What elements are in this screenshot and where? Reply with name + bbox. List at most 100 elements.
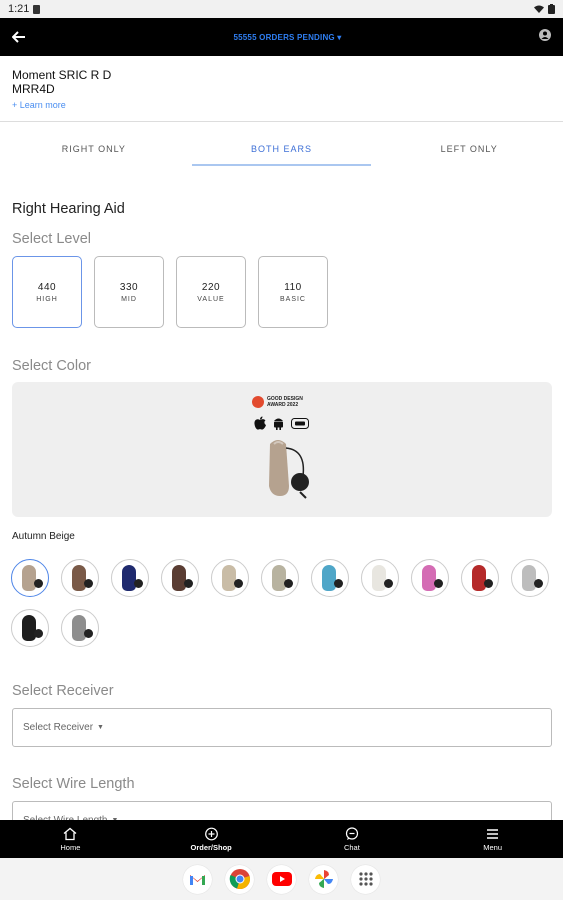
color-swatch[interactable] [261,559,299,597]
orders-pending-dropdown[interactable]: 55555 ORDERS PENDING ▾ [36,33,539,42]
level-value: 440 [37,281,57,293]
level-option-high[interactable]: 440 HIGH [12,256,82,328]
color-swatch[interactable] [111,559,149,597]
nav-label: Home [60,842,81,852]
level-label: VALUE [197,295,225,303]
receiver-dot-icon [34,579,43,588]
wifi-icon [534,5,544,13]
receiver-dropdown[interactable]: Select Receiver ▼ [12,708,552,747]
receiver-dot-icon [334,579,343,588]
select-level-title: Select Level [12,231,91,247]
level-label: MID [121,295,137,303]
ear-tabs: RIGHT ONLY BOTH EARS LEFT ONLY [0,122,563,168]
color-swatch[interactable] [61,609,99,647]
level-option-basic[interactable]: 110 BASIC [258,256,328,328]
receiver-dot-icon [134,579,143,588]
color-swatch[interactable] [211,559,249,597]
hearing-aid-body-icon [222,565,236,591]
receiver-dot-icon [84,629,93,638]
level-value: 330 [119,281,139,293]
product-header: Moment SRIC R D MRR4D + Learn more [0,56,563,122]
tab-both-ears[interactable]: BOTH EARS [188,122,376,168]
select-receiver-title: Select Receiver [12,683,114,699]
color-swatch[interactable] [461,559,499,597]
award-line-2: AWARD 2022 [267,402,299,408]
color-swatch[interactable] [311,559,349,597]
level-value: 220 [201,281,221,293]
color-swatch[interactable] [411,559,449,597]
plus-circle-icon [204,827,218,840]
top-app-bar: 55555 ORDERS PENDING ▾ [0,18,563,56]
level-value: 110 [284,281,302,293]
learn-more-link[interactable]: + Learn more [12,100,551,110]
status-time: 1:21 [8,3,30,15]
receiver-dot-icon [34,629,43,638]
hearing-aid-preview: GOOD DESIGN AWARD 2022 [12,382,552,517]
hearing-aid-body-icon [272,565,286,591]
design-award-badge: GOOD DESIGN AWARD 2022 [252,396,303,408]
color-swatch[interactable] [511,559,549,597]
color-swatch[interactable] [361,559,399,597]
level-options: 440 HIGH 330 MID 220 VALUE 110 BASIC [12,256,328,328]
nav-label: Order/Shop [190,842,232,852]
color-swatch[interactable] [61,559,99,597]
receiver-placeholder: Select Receiver [23,722,94,733]
status-bar: 1:21 [0,0,563,18]
compatibility-icons [254,416,309,430]
bottom-nav: Home Order/Shop Chat Menu [0,820,563,858]
apple-icon [254,416,266,430]
chat-icon [345,826,358,840]
level-option-mid[interactable]: 330 MID [94,256,164,328]
level-option-value[interactable]: 220 VALUE [176,256,246,328]
gmail-icon[interactable] [183,864,212,894]
nav-label: Chat [343,842,360,852]
hearing-aid-body-icon [422,565,436,591]
selected-color-name: Autumn Beige [12,531,75,542]
receiver-dot-icon [284,579,293,588]
apps-icon[interactable] [351,864,380,894]
color-swatch[interactable] [161,559,199,597]
hearing-aid-body-icon [172,565,186,591]
receiver-dot-icon [184,579,193,588]
nav-home[interactable]: Home [0,820,141,858]
hearing-aid-body-icon [322,565,336,591]
hearing-aid-body-icon [472,565,486,591]
receiver-dot-icon [84,579,93,588]
hearing-aid-image [269,440,309,499]
receiver-dot-icon [384,579,393,588]
select-wire-title: Select Wire Length [12,776,135,792]
nav-label: Menu [483,842,502,852]
sim-icon [33,4,41,14]
receiver-dot-icon [534,579,543,588]
hearing-aid-body-icon [72,615,86,641]
chrome-icon[interactable] [225,864,254,894]
hearing-aid-body-icon [72,565,86,591]
section-title: Right Hearing Aid [12,201,125,217]
color-swatch[interactable] [11,559,49,597]
hearing-aid-body-icon [22,615,36,641]
nav-menu[interactable]: Menu [422,820,563,858]
level-label: BASIC [279,295,306,303]
battery-icon [548,4,555,14]
tab-right-only[interactable]: RIGHT ONLY [0,122,188,168]
tv-streamer-icon [291,417,309,429]
hearing-aid-body-icon [522,565,536,591]
account-icon[interactable] [539,28,551,46]
color-swatch[interactable] [11,609,49,647]
color-swatches [11,559,556,647]
receiver-dot-icon [234,579,243,588]
back-arrow-icon[interactable] [11,27,36,48]
youtube-icon[interactable] [267,864,296,894]
caret-down-icon: ▼ [97,724,104,731]
award-seal-icon [252,396,264,408]
product-code: MRR4D [12,82,55,96]
receiver-dot-icon [484,579,493,588]
hearing-aid-body-icon [372,565,386,591]
menu-icon [487,828,499,839]
receiver-dot-icon [434,579,443,588]
nav-chat[interactable]: Chat [282,820,423,858]
home-icon [63,827,77,840]
tab-left-only[interactable]: LEFT ONLY [375,122,563,168]
nav-order-shop[interactable]: Order/Shop [141,820,282,858]
photos-icon[interactable] [309,864,338,894]
